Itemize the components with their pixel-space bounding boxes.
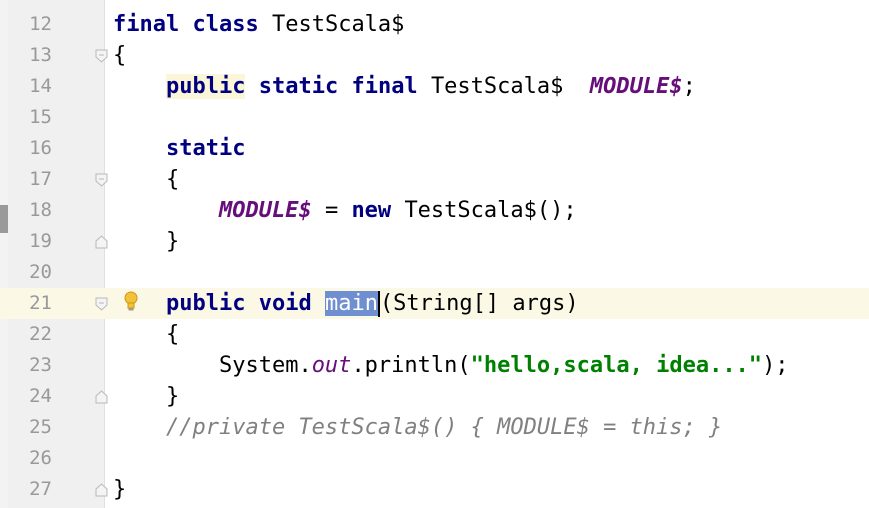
operator: = [324,198,339,223]
code-line[interactable]: 15 [0,102,869,133]
keyword: static [165,136,246,161]
code-line[interactable]: 22 { [0,319,869,350]
code-line[interactable]: 16 static [0,133,869,164]
string-literal: "hello,scala, idea..." [470,353,763,378]
line-number: 20 [29,261,52,283]
brace: { [113,43,127,68]
method-call: .println( [351,353,471,378]
code-line[interactable]: 12 final class TestScala$ [0,9,869,40]
brace: } [165,229,180,254]
code-line[interactable]: 14 public static final TestScala$ MODULE… [0,71,869,102]
code-line[interactable]: 20 [0,257,869,288]
code-text[interactable]: } [113,474,126,505]
line-number: 24 [29,385,52,407]
static-field: out [311,353,352,378]
keyword: void [258,291,312,316]
code-line[interactable]: 23 System.out.println("hello,scala, idea… [0,350,869,381]
fold-marker-icon[interactable] [95,173,108,187]
code-text[interactable]: //private TestScala$() { MODULE$ = this;… [113,412,722,443]
class-reference: System. [218,353,312,378]
line-number: 14 [29,75,52,97]
code-text[interactable]: final class TestScala$ [113,9,404,40]
line-number: 25 [29,416,52,438]
statement-end: ); [762,353,789,378]
code-line-current[interactable]: 21 public void main(String[] args) [0,288,869,319]
type-name: TestScala$ [430,74,564,99]
code-line[interactable]: 19 } [0,226,869,257]
code-text[interactable]: System.out.println("hello,scala, idea...… [113,350,789,381]
field-name: MODULE$ [589,74,683,99]
brace: { [165,167,180,192]
code-text[interactable]: } [113,226,179,257]
code-line[interactable]: 26 [0,443,869,474]
line-number: 18 [29,199,52,221]
brace: { [165,322,180,347]
line-number: 23 [29,354,52,376]
code-text[interactable]: public static final TestScala$ MODULE$; [113,71,696,102]
fold-end-icon[interactable] [95,235,108,249]
keyword: public [165,74,246,99]
constructor-call: TestScala$(); [404,198,577,223]
line-number: 16 [29,137,52,159]
code-text[interactable]: MODULE$ = new TestScala$(); [113,195,577,226]
code-text[interactable]: } [113,381,179,412]
code-text[interactable]: { [113,164,179,195]
fold-end-icon[interactable] [95,483,108,497]
keyword: class [192,12,259,37]
line-number: 19 [29,230,52,252]
brace: } [165,384,180,409]
code-line[interactable]: 18 MODULE$ = new TestScala$(); [0,195,869,226]
line-number: 12 [29,13,52,35]
code-line[interactable]: 27 } [0,474,869,505]
code-line[interactable]: 13 { [0,40,869,71]
line-number: 13 [29,44,52,66]
keyword: static [258,74,339,99]
keyword: public [165,291,246,316]
code-line[interactable]: 24 } [0,381,869,412]
line-number: 27 [29,478,52,500]
fold-end-icon[interactable] [95,390,108,404]
line-number: 22 [29,323,52,345]
code-text[interactable]: { [113,40,126,71]
code-editor[interactable]: 12 final class TestScala$ 13 { 14 public… [0,0,869,508]
selected-method-name[interactable]: main [324,291,378,316]
parameter-list: (String[] args) [379,291,579,316]
field-name: MODULE$ [218,198,312,223]
fold-marker-icon[interactable] [95,297,108,311]
code-line[interactable]: 17 { [0,164,869,195]
class-name: TestScala$ [271,12,405,37]
keyword: final [113,12,180,37]
code-text[interactable]: public void main(String[] args) [113,288,579,319]
line-number: 17 [29,168,52,190]
semicolon: ; [682,74,696,99]
code-line[interactable]: 25 //private TestScala$() { MODULE$ = th… [0,412,869,443]
keyword: new [351,198,392,223]
comment: //private TestScala$() { MODULE$ = this;… [165,415,723,440]
fold-marker-icon[interactable] [95,49,108,63]
line-number: 21 [29,292,52,314]
code-text[interactable]: { [113,319,179,350]
keyword: final [351,74,418,99]
code-text[interactable]: static [113,133,245,164]
line-number: 15 [29,106,52,128]
line-number: 26 [29,447,52,469]
brace: } [113,477,127,502]
